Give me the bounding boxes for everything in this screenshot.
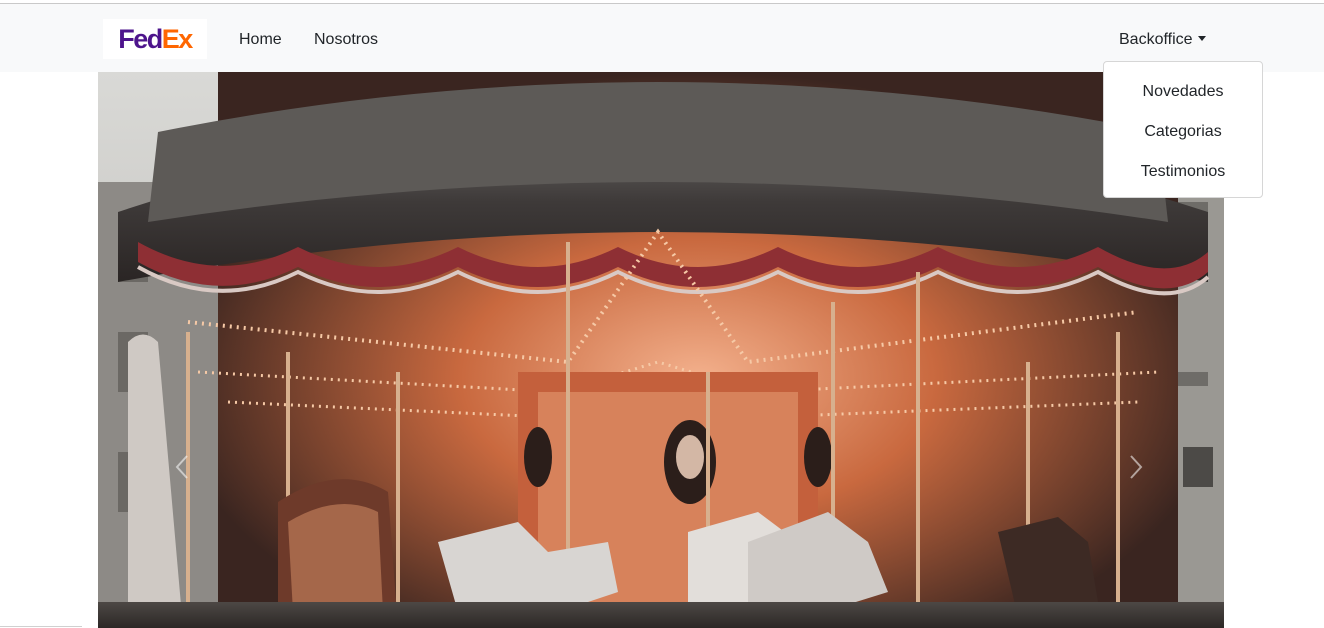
nav-nosotros-link[interactable]: Nosotros [314, 30, 378, 50]
hero-carousel [98, 72, 1224, 628]
carousel-slide-image [98, 72, 1224, 628]
nav-home-link[interactable]: Home [239, 30, 282, 50]
logo-fed-text: Fed [118, 23, 163, 54]
dropdown-item-novedades[interactable]: Novedades [1104, 70, 1262, 110]
fedex-logo[interactable]: Fed Ex [103, 19, 207, 59]
backoffice-dropdown-menu: Novedades Categorias Testimonios [1103, 61, 1263, 198]
carousel-next-button[interactable] [1116, 442, 1156, 492]
logo-ex-text: Ex [161, 23, 194, 54]
chevron-left-icon [175, 455, 188, 479]
dropdown-item-testimonios[interactable]: Testimonios [1104, 150, 1262, 190]
backoffice-label: Backoffice [1119, 31, 1193, 48]
chevron-right-icon [1130, 455, 1143, 479]
backoffice-dropdown-toggle[interactable]: Backoffice [1119, 30, 1206, 50]
carousel-prev-button[interactable] [162, 442, 202, 492]
dropdown-item-categorias[interactable]: Categorias [1104, 110, 1262, 150]
bottom-divider [0, 626, 82, 627]
caret-down-icon [1197, 36, 1206, 41]
